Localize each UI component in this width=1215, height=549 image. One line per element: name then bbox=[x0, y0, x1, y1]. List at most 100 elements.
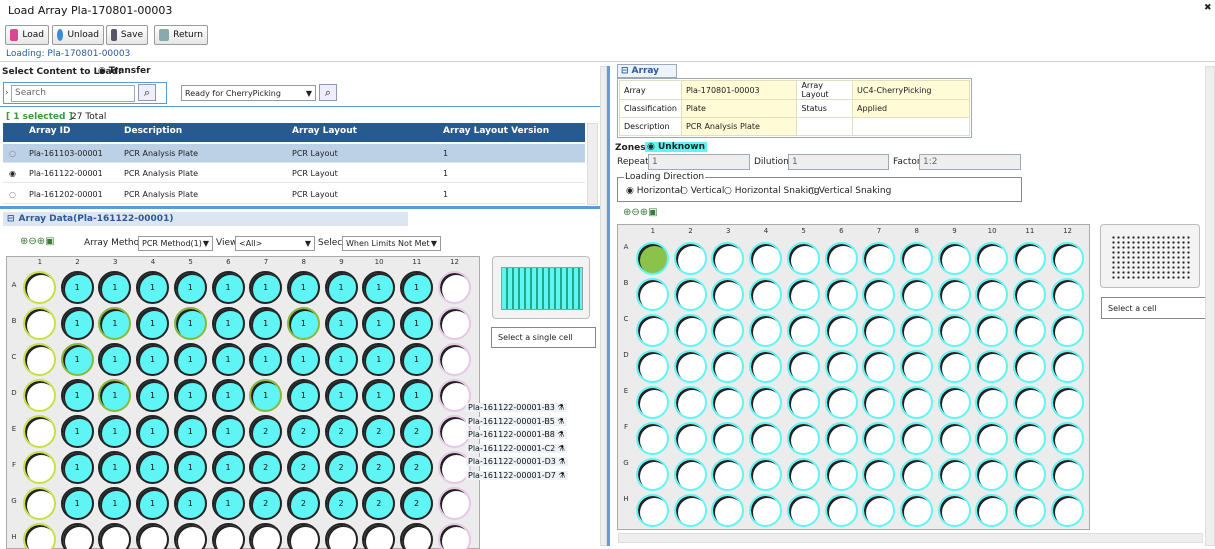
well[interactable]: 1 bbox=[324, 343, 358, 376]
well[interactable] bbox=[98, 523, 132, 549]
well[interactable] bbox=[786, 494, 820, 527]
well[interactable] bbox=[786, 458, 820, 491]
left-scrollbar[interactable] bbox=[600, 66, 607, 546]
well[interactable]: 1 bbox=[136, 271, 170, 304]
well[interactable] bbox=[899, 278, 933, 311]
well[interactable] bbox=[1050, 314, 1084, 347]
well[interactable]: 2 bbox=[324, 487, 358, 520]
unload-button[interactable]: Unload bbox=[52, 25, 104, 45]
well[interactable] bbox=[673, 422, 707, 455]
well[interactable] bbox=[711, 458, 745, 491]
return-button[interactable]: Return bbox=[154, 25, 208, 45]
well[interactable] bbox=[23, 271, 56, 304]
well[interactable] bbox=[23, 487, 56, 520]
filter-select[interactable]: Ready for CherryPicking ▼ bbox=[181, 85, 316, 101]
load-button[interactable]: Load bbox=[5, 25, 49, 45]
well[interactable] bbox=[786, 350, 820, 383]
well[interactable]: 1 bbox=[286, 379, 320, 412]
well[interactable] bbox=[786, 242, 820, 275]
well[interactable] bbox=[749, 314, 783, 347]
well[interactable] bbox=[23, 415, 56, 448]
well[interactable] bbox=[23, 451, 56, 484]
well[interactable]: 1 bbox=[60, 307, 94, 340]
well[interactable] bbox=[673, 350, 707, 383]
well[interactable]: 1 bbox=[211, 343, 245, 376]
well[interactable]: 1 bbox=[98, 487, 132, 520]
right-scrollbar[interactable] bbox=[1205, 66, 1215, 546]
well[interactable]: 1 bbox=[286, 271, 320, 304]
well[interactable] bbox=[899, 494, 933, 527]
well[interactable] bbox=[899, 422, 933, 455]
well[interactable]: 1 bbox=[136, 343, 170, 376]
well[interactable]: 1 bbox=[211, 379, 245, 412]
zoom-icons-right[interactable]: ⊕⊖⊕▣ bbox=[623, 207, 658, 218]
well[interactable] bbox=[673, 494, 707, 527]
table-scrollbar[interactable] bbox=[587, 123, 598, 205]
radio-vertical[interactable]: ○ Vertical bbox=[680, 186, 724, 196]
well[interactable] bbox=[749, 422, 783, 455]
well[interactable] bbox=[899, 386, 933, 419]
plate-thumbnail[interactable] bbox=[492, 256, 590, 319]
well[interactable] bbox=[937, 350, 971, 383]
well[interactable] bbox=[862, 386, 896, 419]
well[interactable]: 1 bbox=[362, 271, 396, 304]
well[interactable]: 1 bbox=[60, 415, 94, 448]
well[interactable] bbox=[362, 523, 396, 549]
table-row[interactable]: ◉ Pla-161122-00001 PCR Analysis Plate PCR … bbox=[3, 164, 585, 183]
well[interactable] bbox=[711, 242, 745, 275]
well[interactable] bbox=[749, 242, 783, 275]
well[interactable] bbox=[862, 242, 896, 275]
well[interactable] bbox=[636, 422, 669, 455]
well[interactable] bbox=[749, 278, 783, 311]
well[interactable] bbox=[1013, 278, 1046, 311]
well[interactable]: 1 bbox=[324, 271, 358, 304]
well[interactable] bbox=[824, 278, 858, 311]
well[interactable] bbox=[1013, 422, 1046, 455]
well[interactable] bbox=[1013, 350, 1046, 383]
well[interactable]: 1 bbox=[249, 271, 283, 304]
well[interactable] bbox=[1050, 458, 1084, 491]
well[interactable] bbox=[749, 494, 783, 527]
well[interactable]: 1 bbox=[98, 451, 132, 484]
well[interactable]: 1 bbox=[136, 307, 170, 340]
splitter[interactable] bbox=[0, 206, 600, 209]
well[interactable] bbox=[437, 343, 471, 376]
well[interactable] bbox=[937, 458, 971, 491]
well[interactable]: 1 bbox=[400, 271, 433, 304]
array-data-header[interactable]: ⊟ Array Data(Pla-161122-00001) bbox=[3, 212, 408, 226]
well[interactable] bbox=[975, 314, 1009, 347]
well[interactable] bbox=[862, 314, 896, 347]
well[interactable] bbox=[636, 386, 669, 419]
well[interactable] bbox=[937, 278, 971, 311]
well[interactable]: 1 bbox=[286, 343, 320, 376]
well[interactable] bbox=[636, 242, 669, 275]
well[interactable] bbox=[711, 350, 745, 383]
well[interactable]: 1 bbox=[400, 307, 433, 340]
filter-search-icon[interactable]: ⌕ bbox=[319, 84, 337, 101]
table-row[interactable]: ○ Pla-161103-00001 PCR Analysis Plate PCR … bbox=[3, 144, 585, 163]
well[interactable]: 1 bbox=[211, 307, 245, 340]
well[interactable]: 2 bbox=[400, 451, 433, 484]
well[interactable]: 1 bbox=[362, 307, 396, 340]
well[interactable] bbox=[899, 350, 933, 383]
well[interactable] bbox=[1013, 458, 1046, 491]
well[interactable] bbox=[862, 494, 896, 527]
well[interactable] bbox=[711, 278, 745, 311]
well[interactable]: 1 bbox=[60, 379, 94, 412]
well[interactable] bbox=[636, 494, 669, 527]
transfer-radio[interactable]: ◉ Transfer bbox=[98, 66, 151, 76]
well[interactable]: 1 bbox=[136, 379, 170, 412]
well[interactable] bbox=[1050, 350, 1084, 383]
well[interactable] bbox=[899, 242, 933, 275]
radio-horizontal[interactable]: ◉ Horizontal bbox=[626, 186, 683, 196]
well[interactable] bbox=[824, 314, 858, 347]
well[interactable] bbox=[1050, 422, 1084, 455]
well[interactable]: 1 bbox=[60, 487, 94, 520]
repeats-input[interactable]: 1 bbox=[648, 154, 750, 170]
well[interactable] bbox=[400, 523, 433, 549]
well[interactable]: 2 bbox=[362, 487, 396, 520]
well[interactable]: 1 bbox=[60, 343, 94, 376]
well[interactable]: 1 bbox=[136, 451, 170, 484]
well[interactable]: 1 bbox=[98, 307, 132, 340]
well[interactable] bbox=[786, 422, 820, 455]
